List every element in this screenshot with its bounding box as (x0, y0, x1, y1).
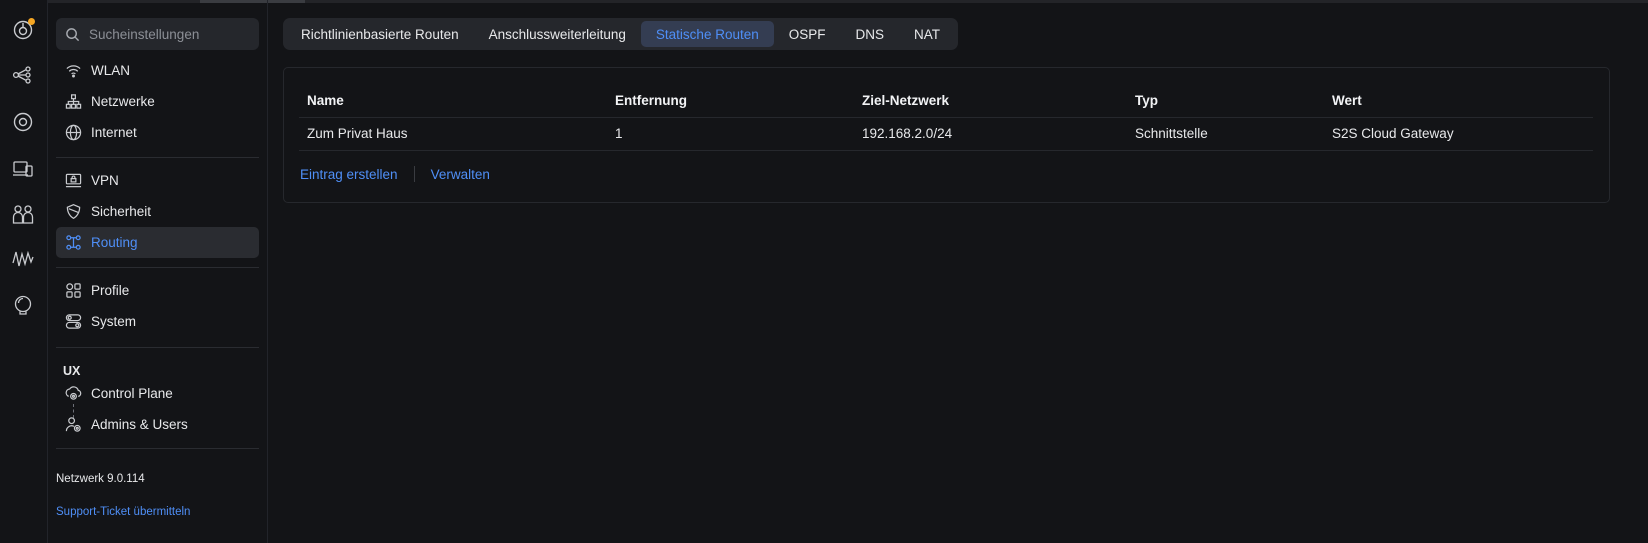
support-ticket-link[interactable]: Support-Ticket übermitteln (56, 506, 190, 518)
sidebar-item-label: System (91, 314, 137, 329)
sidebar-item-internet[interactable]: Internet (56, 117, 259, 148)
tab-dns[interactable]: DNS (841, 21, 900, 47)
cell-name: Zum Privat Haus (307, 126, 408, 141)
sidebar-item-netzwerke[interactable]: Netzwerke (56, 86, 259, 117)
sidebar-item-profile[interactable]: Profile (56, 275, 259, 306)
sidebar-item-label: Sicherheit (91, 204, 152, 219)
wifi-icon (64, 62, 82, 80)
notification-dot (28, 18, 35, 25)
profile-grid-icon (64, 282, 82, 300)
tab-ospf[interactable]: OSPF (774, 21, 841, 47)
sidebar-item-sicherheit[interactable]: Sicherheit (56, 196, 259, 227)
search-icon (66, 27, 80, 41)
ideas-icon[interactable] (11, 293, 35, 317)
column-header-name[interactable]: Name (307, 93, 344, 108)
sidebar-item-label: Control Plane (91, 386, 173, 401)
admins-users-icon (64, 416, 82, 434)
topology-icon[interactable] (11, 63, 35, 87)
column-header-wert[interactable]: Wert (1332, 93, 1362, 108)
routing-icon (64, 234, 82, 252)
cell-entfernung: 1 (615, 126, 623, 141)
tab-statische-routen[interactable]: Statische Routen (640, 21, 774, 47)
version-label: Netzwerk 9.0.114 (56, 473, 145, 485)
tab-richtlinienbasierte-routen[interactable]: Richtlinienbasierte Routen (286, 21, 474, 47)
sidebar-item-admins-users[interactable]: Admins & Users (56, 409, 259, 440)
sidebar-item-label: VPN (91, 173, 119, 188)
table-header: Name Entfernung Ziel-Netzwerk Typ Wert (299, 84, 1593, 118)
tab-nat[interactable]: NAT (899, 21, 955, 47)
insights-icon[interactable] (11, 247, 35, 271)
sidebar-item-label: WLAN (91, 63, 131, 78)
shield-icon (64, 203, 82, 221)
sidebar-item-label: Profile (91, 283, 130, 298)
sidebar-divider (56, 347, 259, 348)
action-divider (413, 166, 415, 182)
sidebar-item-vpn[interactable]: VPN (56, 165, 259, 196)
cell-wert: S2S Cloud Gateway (1332, 126, 1454, 141)
sidebar-item-label: Internet (91, 125, 137, 140)
routing-tabs: Richtlinienbasierte Routen Anschlussweit… (283, 18, 959, 50)
sidebar-divider (56, 267, 259, 268)
sidebar-item-label: Netzwerke (91, 94, 155, 109)
cell-typ: Schnittstelle (1135, 126, 1208, 141)
tab-anschlussweiterleitung[interactable]: Anschlussweiterleitung (474, 21, 641, 47)
settings-sidebar: WLAN Netzwerke Internet VPN Sicherheit R… (48, 0, 268, 543)
ux-section-heading: UX (63, 364, 81, 378)
vpn-icon (64, 172, 82, 190)
static-routes-card: Name Entfernung Ziel-Netzwerk Typ Wert Z… (283, 67, 1610, 203)
column-header-ziel-netzwerk[interactable]: Ziel-Netzwerk (862, 93, 949, 108)
clients-icon[interactable] (11, 202, 35, 226)
sidebar-item-routing[interactable]: Routing (56, 227, 259, 258)
manage-link[interactable]: Verwalten (431, 167, 490, 182)
network-tree-icon (64, 93, 82, 111)
target-icon[interactable] (11, 110, 35, 134)
sidebar-item-wlan[interactable]: WLAN (56, 55, 259, 86)
devices-icon[interactable] (11, 156, 35, 180)
globe-icon (64, 124, 82, 142)
cell-ziel-netzwerk: 192.168.2.0/24 (862, 126, 953, 141)
sidebar-item-control-plane[interactable]: Control Plane (56, 378, 259, 409)
column-header-entfernung[interactable]: Entfernung (615, 93, 687, 108)
sidebar-divider (56, 448, 259, 449)
table-actions: Eintrag erstellen Verwalten (300, 166, 490, 182)
app-rail (0, 0, 48, 543)
column-header-typ[interactable]: Typ (1135, 93, 1158, 108)
sidebar-item-system[interactable]: System (56, 306, 259, 337)
table-row[interactable]: Zum Privat Haus 1 192.168.2.0/24 Schnitt… (299, 117, 1593, 151)
sidebar-divider (56, 157, 259, 158)
system-toggles-icon (64, 313, 82, 331)
search-input[interactable] (87, 25, 251, 43)
sidebar-item-label: Admins & Users (91, 417, 188, 432)
create-entry-link[interactable]: Eintrag erstellen (300, 167, 398, 182)
network-app-icon[interactable] (11, 18, 35, 42)
search-box[interactable] (56, 18, 259, 50)
control-plane-icon (64, 385, 82, 403)
sidebar-item-label: Routing (91, 235, 138, 250)
